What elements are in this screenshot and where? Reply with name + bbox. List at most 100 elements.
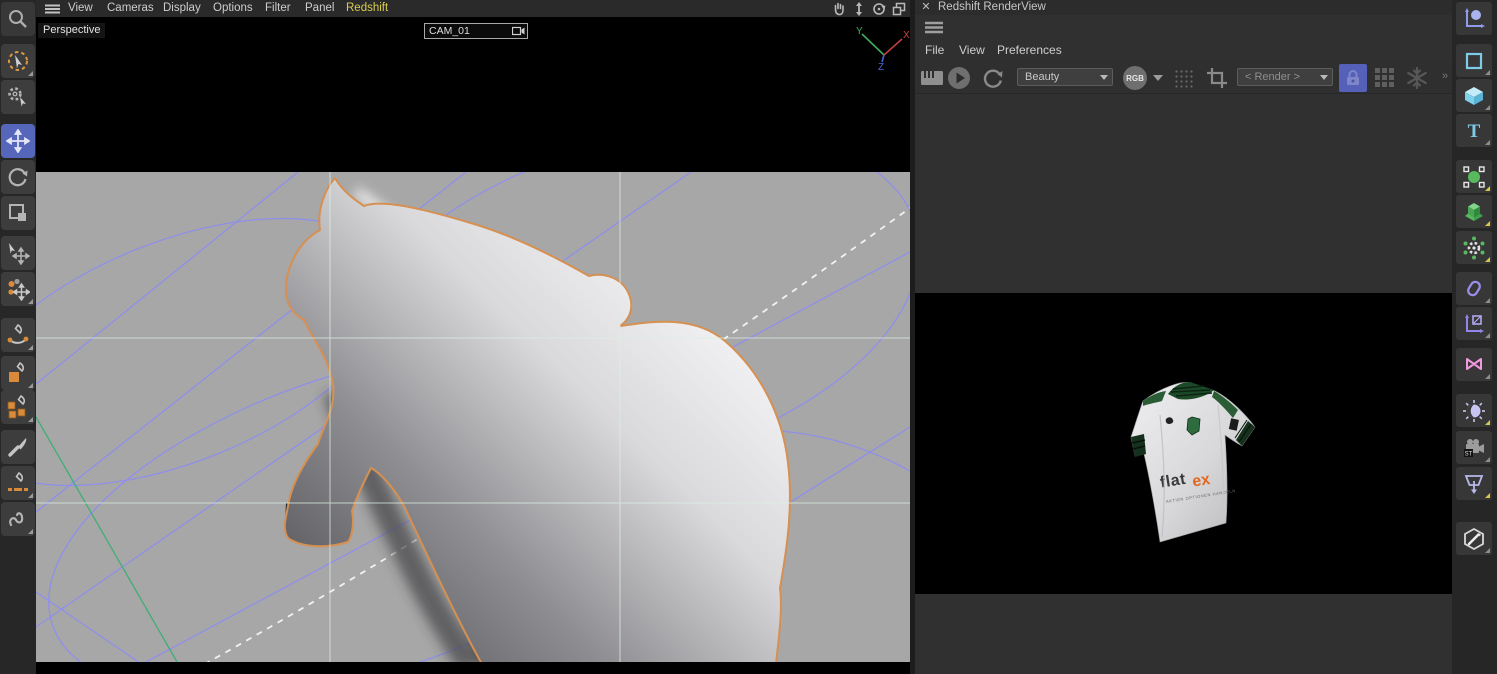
spline-rectangle-button[interactable]	[1456, 44, 1492, 77]
pan-view-button[interactable]	[830, 1, 847, 16]
viewport-menu-icon[interactable]	[45, 4, 60, 14]
cloner-button[interactable]	[1456, 195, 1492, 228]
rotate-view-button[interactable]	[870, 1, 887, 16]
filmstrip-icon	[921, 71, 943, 85]
aov-dropdown[interactable]: Beauty	[1017, 68, 1113, 86]
render-camera-dropdown[interactable]: < Render >	[1237, 68, 1333, 86]
channel-chevron-icon[interactable]	[1153, 75, 1163, 81]
restart-render-button[interactable]	[981, 66, 1005, 90]
stage-object-button[interactable]	[1456, 467, 1492, 500]
find-button[interactable]	[1, 2, 35, 36]
rectangle-spline-tool[interactable]	[1, 356, 35, 390]
rv-menu-preferences[interactable]: Preferences	[997, 43, 1062, 57]
crop-icon	[1207, 68, 1227, 88]
lock-icon	[1347, 70, 1359, 85]
menu-view[interactable]: View	[68, 2, 93, 14]
instance-button[interactable]	[1456, 348, 1492, 381]
tweak-selection-tool[interactable]	[1, 80, 35, 114]
menu-panel[interactable]: Panel	[305, 2, 334, 14]
renderview-title: Redshift RenderView	[938, 1, 1046, 13]
move-tool[interactable]	[1, 124, 35, 158]
rv-menu-view[interactable]: View	[959, 43, 985, 57]
search-icon	[9, 10, 27, 28]
rv-menu-file[interactable]: File	[925, 43, 944, 57]
dash-spline-pen-tool[interactable]	[1, 466, 35, 500]
viewport-canvas-area[interactable]	[36, 172, 910, 662]
axis-y-label: Y	[856, 26, 863, 37]
environment-light-button[interactable]	[1456, 394, 1492, 427]
channel-button[interactable]: RGB	[1123, 66, 1147, 90]
mograph-matrix-button[interactable]	[1456, 160, 1492, 193]
menu-options[interactable]: Options	[213, 2, 253, 14]
freeze-button[interactable]	[1405, 66, 1429, 90]
play-icon	[948, 67, 970, 89]
axis-x-label: X	[903, 30, 910, 41]
menu-filter[interactable]: Filter	[265, 2, 291, 14]
cinema4d-window: View Cameras Display Options Filter Pane…	[0, 0, 1497, 674]
live-selection-icon	[8, 51, 28, 71]
cloth-model[interactable]	[283, 177, 792, 662]
snapshot-grid-button[interactable]	[1373, 66, 1397, 90]
primitive-pen-tool[interactable]	[1, 390, 35, 424]
close-icon[interactable]: ✕	[919, 1, 933, 14]
gear-cursor-icon	[8, 87, 26, 107]
flyout-corner	[28, 383, 33, 388]
deformer-icon	[1467, 280, 1481, 296]
axis-locator-button[interactable]	[1456, 2, 1492, 35]
cursor-transform-tool[interactable]	[1, 236, 35, 270]
sketch-spline-tool[interactable]	[1, 502, 35, 536]
renderview-titlebar: ✕ Redshift RenderView	[915, 0, 1452, 15]
flyout-corner	[1485, 186, 1490, 191]
menu-redshift[interactable]: Redshift	[346, 2, 388, 14]
material-edit-button[interactable]	[1456, 522, 1492, 555]
cube-primitive-button[interactable]	[1456, 79, 1492, 112]
multi-move-icon	[8, 278, 30, 301]
view-label[interactable]: Perspective	[38, 23, 106, 38]
scale-tool[interactable]	[1, 196, 35, 230]
grid-icon	[1375, 68, 1394, 87]
renderview-menu-icon[interactable]	[925, 21, 943, 34]
flyout-corner	[1485, 548, 1490, 553]
brush-icon	[8, 438, 27, 457]
cursor-move-icon	[9, 243, 30, 265]
menu-display[interactable]: Display	[163, 2, 201, 14]
text-object-button[interactable]: T	[1456, 114, 1492, 147]
multi-transform-tool[interactable]	[1, 272, 35, 306]
flyout-corner	[28, 345, 33, 350]
crop-region-button[interactable]	[1205, 66, 1229, 90]
axis-cube-icon	[1465, 313, 1484, 333]
lock-render-button[interactable]	[1339, 64, 1367, 92]
toolbar-overflow[interactable]: »	[1442, 70, 1448, 82]
render-to-pv-button[interactable]	[920, 66, 944, 90]
chevron-down-icon	[1100, 74, 1108, 80]
snowflake-icon	[1407, 66, 1427, 90]
start-render-button[interactable]	[947, 66, 971, 90]
aov-selected: Beauty	[1025, 71, 1060, 83]
move-icon	[6, 129, 30, 153]
effector-gear-icon	[1463, 236, 1485, 259]
menu-cameras[interactable]: Cameras	[107, 2, 154, 14]
render-canvas[interactable]: flat ex AKTIEN OPTIONEN HANDELN	[915, 293, 1452, 594]
pixel-grid-button[interactable]	[1173, 68, 1193, 88]
flyout-corner	[28, 71, 33, 76]
text-tool-icon: T	[1468, 121, 1481, 142]
paint-brush-tool[interactable]	[1, 430, 35, 464]
flyout-corner	[28, 529, 33, 534]
dolly-view-button[interactable]	[850, 1, 867, 16]
instance-icon	[1466, 357, 1482, 370]
toggle-layout-button[interactable]	[890, 1, 907, 16]
viewport-letterbox-top	[36, 17, 910, 172]
axis-z-label: Z	[878, 62, 884, 70]
jersey-cuff-left	[1131, 434, 1146, 457]
viewport-menubar: View Cameras Display Options Filter Pane…	[36, 0, 910, 18]
deformer-button[interactable]	[1456, 272, 1492, 305]
stereo-camera-button[interactable]: ST	[1456, 431, 1492, 464]
camera-selector[interactable]: CAM_01	[424, 23, 528, 39]
rotate-tool[interactable]	[1, 160, 35, 194]
spline-pen-tool[interactable]	[1, 318, 35, 352]
effector-button[interactable]	[1456, 231, 1492, 264]
modeling-axis-button[interactable]	[1456, 307, 1492, 340]
cube-icon	[1465, 86, 1483, 105]
live-selection-tool[interactable]	[1, 44, 35, 78]
flyout-corner	[1485, 298, 1490, 303]
